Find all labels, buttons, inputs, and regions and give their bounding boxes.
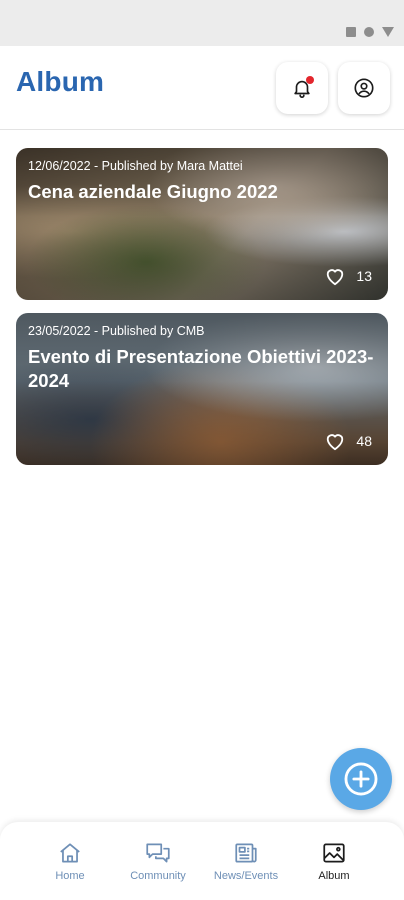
add-album-button[interactable] (330, 748, 392, 810)
home-icon (60, 843, 80, 863)
nav-item-community[interactable]: Community (113, 840, 203, 882)
news-icon (235, 843, 257, 863)
album-title: Evento di Presentazione Obiettivi 2023-2… (28, 346, 374, 391)
app-header: Album (0, 46, 404, 130)
plus-circle-icon (344, 762, 378, 796)
user-icon (354, 78, 374, 98)
album-meta: 23/05/2022 - Published by CMB (28, 324, 205, 338)
like-count: 48 (356, 433, 372, 449)
notification-dot (306, 76, 314, 84)
nav-item-home[interactable]: Home (25, 840, 115, 882)
heart-icon (327, 434, 344, 451)
like-button[interactable]: 13 (324, 266, 372, 286)
album-meta: 12/06/2022 - Published by Mara Mattei (28, 159, 243, 173)
like-button[interactable]: 48 (324, 431, 372, 451)
image-icon (323, 843, 345, 863)
circle-icon (364, 27, 374, 37)
notifications-button[interactable] (276, 62, 328, 114)
bottom-navigation: Home Community News/Events Album (0, 822, 404, 900)
page-title: Album (16, 66, 105, 97)
album-card[interactable]: 12/06/2022 - Published by Mara Mattei Ce… (16, 148, 388, 300)
like-count: 13 (356, 268, 372, 284)
status-bar (0, 0, 404, 46)
nav-label: News/Events (213, 870, 279, 882)
heart-icon (327, 269, 344, 286)
triangle-icon (382, 27, 394, 37)
profile-button[interactable] (338, 62, 390, 114)
nav-label: Community (130, 870, 186, 882)
album-card[interactable]: 23/05/2022 - Published by CMB Evento di … (16, 313, 388, 465)
nav-label: Album (318, 870, 350, 882)
square-icon (346, 27, 356, 37)
nav-item-news-events[interactable]: News/Events (201, 840, 291, 882)
album-title: Cena aziendale Giugno 2022 (28, 181, 278, 202)
chat-icon (146, 843, 170, 863)
nav-item-album[interactable]: Album (289, 840, 379, 882)
nav-label: Home (55, 870, 85, 882)
